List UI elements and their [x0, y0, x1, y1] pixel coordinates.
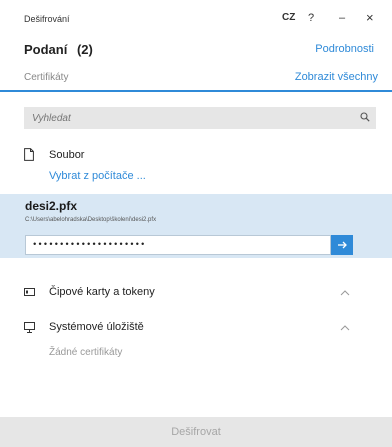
decrypt-button[interactable]: Dešifrovat — [0, 417, 392, 447]
card-icon — [24, 288, 35, 296]
document-count: (2) — [76, 42, 93, 57]
selected-file-path: C:\Users\abelohradska\Desktop\školení\de… — [25, 217, 157, 223]
header-divider — [0, 90, 392, 92]
language-switch[interactable]: CZ — [282, 12, 295, 23]
certificates-label: Certifikáty — [24, 72, 69, 83]
arrow-right-icon — [338, 241, 347, 249]
chevron-up-icon[interactable] — [340, 290, 350, 296]
pick-from-computer-link[interactable]: Vybrat z počítače ... — [49, 170, 146, 182]
password-field[interactable] — [25, 235, 331, 255]
search-input[interactable] — [24, 107, 344, 129]
file-section-label: Soubor — [49, 149, 85, 161]
chevron-up-icon[interactable] — [340, 325, 350, 331]
search-box — [24, 107, 376, 129]
empty-certificates-text: Žádné certifikáty — [49, 347, 123, 358]
help-button[interactable]: ? — [308, 12, 314, 24]
details-link[interactable]: Podrobnosti — [315, 43, 374, 55]
page-title: Podaní (2) — [24, 42, 93, 57]
monitor-icon — [24, 322, 35, 333]
selected-file-name: desi2.pfx — [25, 199, 78, 213]
page-title-text: Podaní — [24, 42, 68, 57]
minimize-button[interactable]: – — [339, 12, 345, 24]
group-chip-cards-label[interactable]: Čipové karty a tokeny — [49, 286, 155, 298]
show-all-link[interactable]: Zobrazit všechny — [295, 71, 378, 83]
group-system-storage-label[interactable]: Systémové úložiště — [49, 321, 144, 333]
confirm-password-button[interactable] — [331, 235, 353, 255]
selected-file-panel[interactable]: desi2.pfx C:\Users\abelohradska\Desktop\… — [0, 194, 392, 258]
close-button[interactable]: × — [366, 10, 374, 25]
file-icon — [24, 148, 34, 161]
search-icon[interactable] — [360, 112, 370, 122]
window-title: Dešifrování — [24, 14, 70, 24]
